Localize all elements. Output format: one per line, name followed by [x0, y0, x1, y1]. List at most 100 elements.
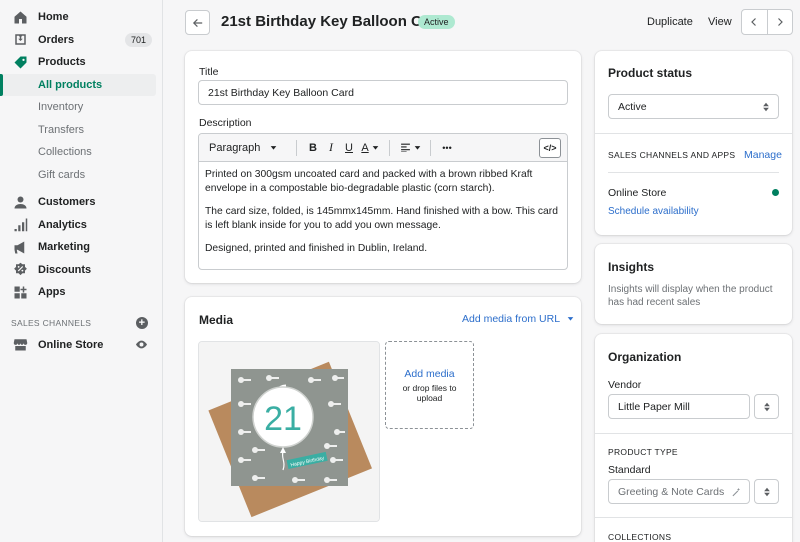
sidebar-item-products[interactable]: Products	[0, 51, 162, 74]
sidebar-item-inventory[interactable]: Inventory	[0, 96, 162, 119]
eye-icon[interactable]	[135, 338, 148, 351]
sidebar-item-online-store[interactable]: Online Store	[0, 334, 162, 357]
text-color-button[interactable]: A	[358, 138, 382, 158]
magic-wand-icon	[732, 487, 740, 496]
vendor-input[interactable]: Little Paper Mill	[608, 394, 750, 419]
product-pager	[741, 9, 793, 35]
add-channel-button[interactable]: +	[136, 316, 148, 329]
align-button[interactable]	[397, 138, 423, 158]
sales-channels-heading: SALES CHANNELS +	[0, 312, 162, 334]
organization-title: Organization	[608, 350, 682, 364]
sidebar-item-analytics[interactable]: Analytics	[0, 214, 162, 237]
previous-product-button[interactable]	[742, 10, 767, 34]
sidebar-item-all-products[interactable]: All products	[0, 73, 156, 96]
sales-channels-apps-heading: SALES CHANNELS AND APPS	[608, 150, 736, 160]
sidebar-item-collections[interactable]: Collections	[0, 141, 162, 164]
sidebar-item-label: Inventory	[38, 101, 84, 114]
megaphone-icon	[12, 239, 28, 255]
chevron-left-icon	[751, 18, 757, 26]
divider	[595, 133, 792, 134]
toolbar-divider	[389, 139, 390, 156]
align-left-icon	[400, 143, 410, 152]
back-button[interactable]	[185, 10, 210, 35]
add-media-from-url-button[interactable]: Add media from URL	[462, 313, 574, 325]
insights-text: Insights will display when the product h…	[608, 284, 773, 308]
editor-toolbar: Paragraph B I U A ••• </>	[199, 134, 567, 162]
sidebar-item-label: Marketing	[38, 241, 90, 254]
home-icon	[12, 9, 28, 25]
show-html-button[interactable]: </>	[539, 138, 561, 158]
person-icon	[12, 194, 28, 210]
add-media-button[interactable]: Add media	[404, 368, 454, 380]
orders-icon	[12, 32, 28, 48]
next-product-button[interactable]	[766, 10, 793, 34]
media-dropzone[interactable]: Add media or drop files to upload	[385, 341, 474, 429]
sidebar-item-label: Products	[38, 56, 86, 69]
paragraph-format-select[interactable]: Paragraph	[209, 138, 289, 158]
sidebar-item-label: All products	[38, 78, 103, 91]
schedule-availability-link[interactable]: Schedule availability	[608, 206, 699, 217]
media-title: Media	[199, 313, 234, 327]
view-button[interactable]: View	[708, 16, 732, 28]
bar-chart-icon	[12, 217, 28, 233]
sidebar-item-apps[interactable]: Apps	[0, 281, 162, 304]
sidebar-item-home[interactable]: Home	[0, 6, 162, 29]
sidebar-item-discounts[interactable]: Discounts	[0, 259, 162, 282]
product-type-heading: PRODUCT TYPE	[608, 447, 678, 457]
collections-heading: COLLECTIONS	[608, 532, 672, 542]
title-label: Title	[199, 66, 219, 78]
sidebar-item-label: Home	[38, 11, 69, 24]
status-select[interactable]: Active	[608, 94, 779, 119]
channel-active-dot	[772, 189, 779, 196]
apps-icon	[12, 284, 28, 300]
sidebar-item-customers[interactable]: Customers	[0, 191, 162, 214]
description-paragraph: Printed on 300gsm uncoated card and pack…	[205, 169, 533, 194]
card-number: 21	[264, 400, 302, 438]
manage-channels-link[interactable]: Manage	[744, 149, 782, 161]
divider	[608, 172, 779, 173]
divider	[595, 517, 792, 518]
sidebar-item-label: Customers	[38, 196, 96, 209]
sidebar-item-label: Transfers	[38, 123, 85, 136]
description-editor: Paragraph B I U A ••• </> Printed on 300…	[198, 133, 568, 270]
channel-online-store: Online Store	[608, 187, 667, 199]
bold-button[interactable]: B	[304, 138, 322, 158]
caret-down-icon	[271, 146, 277, 150]
chevron-right-icon	[777, 18, 783, 26]
product-type-value: Standard	[608, 464, 651, 476]
sidebar-item-label: Analytics	[38, 218, 87, 231]
discount-icon	[12, 262, 28, 278]
more-options-button[interactable]: •••	[438, 138, 456, 158]
sidebar: Home Orders 701 Products All products In…	[0, 0, 163, 542]
product-type-select-button[interactable]	[754, 479, 779, 504]
sidebar-item-label: Online Store	[38, 338, 104, 351]
title-input[interactable]: 21st Birthday Key Balloon Card	[198, 80, 568, 105]
sidebar-item-label: Apps	[38, 286, 66, 299]
greeting-card-image: 21 Happy Birthday	[199, 342, 379, 521]
sidebar-item-orders[interactable]: Orders 701	[0, 29, 162, 52]
sidebar-item-marketing[interactable]: Marketing	[0, 236, 162, 259]
italic-button[interactable]: I	[322, 138, 340, 158]
description-content[interactable]: Printed on 300gsm uncoated card and pack…	[199, 162, 567, 256]
toolbar-divider	[430, 139, 431, 156]
custom-type-input[interactable]: Greeting & Note Cards	[608, 479, 750, 504]
sidebar-item-label: Collections	[38, 146, 92, 159]
vendor-label: Vendor	[608, 379, 642, 391]
product-image[interactable]: 21 Happy Birthday	[198, 341, 380, 522]
vendor-select-button[interactable]	[754, 394, 779, 419]
select-arrows-icon	[763, 487, 770, 496]
orders-count-badge: 701	[124, 32, 152, 47]
sidebar-item-transfers[interactable]: Transfers	[0, 119, 162, 142]
sidebar-item-label: Orders	[38, 33, 75, 46]
product-status-title: Product status	[608, 66, 693, 80]
drop-files-text: or drop files to upload	[402, 382, 457, 403]
description-paragraph: The card size, folded, is 145mmx145mm. H…	[205, 206, 558, 231]
description-label: Description	[199, 117, 252, 129]
toolbar-divider	[296, 139, 297, 156]
sidebar-item-gift-cards[interactable]: Gift cards	[0, 164, 162, 187]
arrow-left-icon	[192, 18, 202, 27]
duplicate-button[interactable]: Duplicate	[647, 16, 693, 28]
caret-down-icon	[414, 146, 420, 150]
underline-button[interactable]: U	[340, 138, 358, 158]
sidebar-item-label: Gift cards	[38, 168, 86, 181]
